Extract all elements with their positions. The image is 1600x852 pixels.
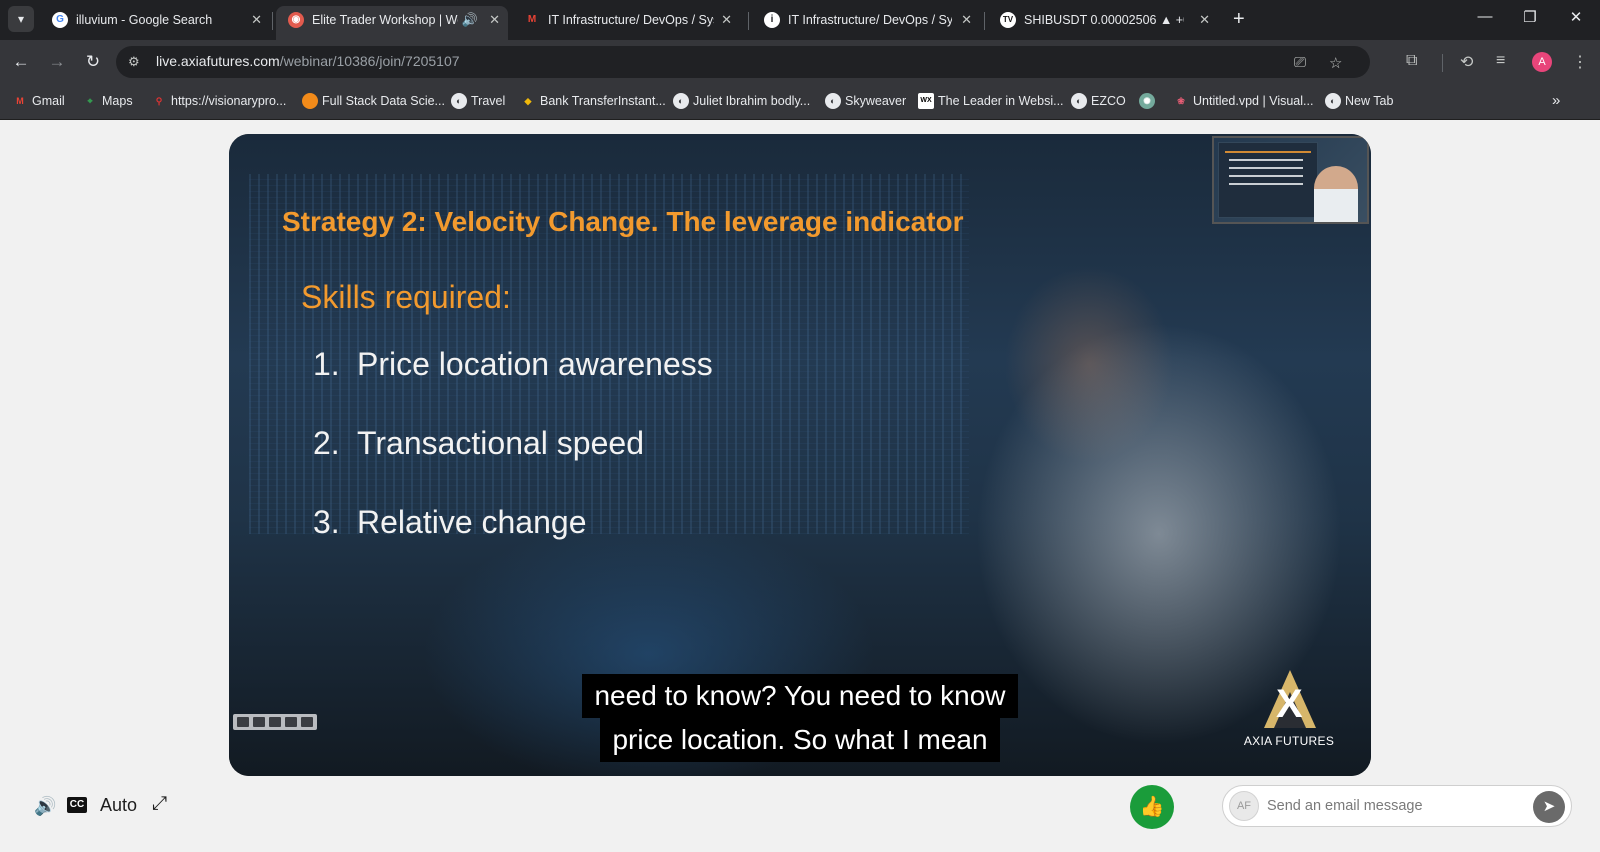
globe-icon: ◐ [673,93,689,109]
close-icon[interactable]: ✕ [489,6,500,34]
browser-toolbar: ← → ↻ ⚙ live.axiafutures.com/webinar/103… [0,40,1600,84]
minimize-button[interactable]: — [1470,8,1500,25]
close-icon[interactable]: ✕ [1199,6,1210,34]
maps-icon: ⌖ [87,96,93,106]
percent-icon[interactable] [253,717,265,727]
media-control-icon[interactable]: ≡ [1496,52,1505,70]
performance-icon[interactable]: ⟲ [1460,52,1473,72]
next-slide-icon[interactable] [301,717,313,727]
site-info-icon[interactable]: ⚙ [128,54,140,70]
menu-icon[interactable]: ⋮ [1572,52,1588,72]
axia-futures-logo: X AXIA FUTURES [1239,670,1339,748]
reload-icon[interactable]: ↻ [82,51,104,73]
google-icon: G [52,12,68,28]
chatgpt-icon: ✺ [1139,93,1155,109]
tab-search-button[interactable]: ▾ [8,6,34,32]
email-message-box: AF ➤ [1222,785,1572,827]
fullscreen-icon[interactable]: ⤢ [152,793,167,815]
tab-shibusdt[interactable]: TV SHIBUSDT 0.00002506 ▲ +0.04 ✕ [988,6,1218,40]
bookmark-full-stack[interactable]: Full Stack Data Scie... [302,93,445,109]
presenter-thumbnail [1314,166,1358,222]
extensions-icon[interactable]: ⧉ [1406,52,1417,70]
bookmark-gmail[interactable]: M Gmail [12,93,64,109]
close-icon[interactable]: ✕ [251,6,262,34]
gmail-icon: M [527,14,537,25]
screen-icon[interactable] [237,717,249,727]
thumbs-up-button[interactable]: 👍 [1130,785,1174,829]
pip-slide-thumbnail [1218,142,1318,218]
bookmark-star-icon[interactable]: ☆ [1329,54,1342,72]
slide-item: 1. Price location awareness [313,346,713,382]
volume-icon[interactable]: 🔊 [34,796,56,817]
address-bar[interactable]: ⚙ live.axiafutures.com/webinar/10386/joi… [116,46,1370,78]
bookmark-wix[interactable]: WX The Leader in Websi... [918,93,1064,109]
caption-line: need to know? You need to know [229,674,1371,718]
tradingview-icon: TV [1000,12,1016,28]
close-icon[interactable]: ✕ [961,6,972,34]
bookmark-visionarypro[interactable]: ⚲ https://visionarypro... [151,93,287,109]
visual-icon: ❀ [1177,96,1185,106]
binance-icon: ◆ [524,96,532,106]
back-icon[interactable]: ← [10,51,32,73]
close-window-button[interactable]: ✕ [1561,8,1591,26]
tab-elite-trader-workshop[interactable]: ◉ Elite Trader Workshop | Web 🔊 ✕ [276,6,508,40]
globe-icon: ◐ [1325,93,1341,109]
bookmarks-bar: M Gmail ⌖ Maps ⚲ https://visionarypro... Fu… [0,84,1600,120]
video-player[interactable]: Strategy 2: Velocity Change. The leverag… [229,134,1371,776]
speaker-icon[interactable]: 🔊 [462,6,478,34]
globe-icon: ◐ [825,93,841,109]
tab-it-infrastructure-2[interactable]: i IT Infrastructure/ DevOps / Syst ✕ [752,6,980,40]
thumbs-up-icon: 👍 [1139,796,1165,818]
slide-item: 2. Transactional speed [313,425,644,461]
globe-icon: ◐ [451,93,467,109]
wix-icon: WX [918,93,934,109]
new-tab-button[interactable]: + [1233,8,1245,30]
prev-slide-icon[interactable] [285,717,297,727]
install-app-icon[interactable]: ⎚ [1294,54,1306,71]
caption-line: price location. So what I mean [229,718,1371,762]
globe-icon: ◐ [1071,93,1087,109]
info-icon: i [764,12,780,28]
profile-avatar[interactable]: A [1532,52,1552,72]
slide-item: 3. Relative change [313,504,587,540]
slide-navigation-controls[interactable] [233,714,317,730]
close-icon[interactable]: ✕ [721,6,732,34]
axia-logo-icon: X [1254,670,1324,732]
bookmark-skyweaver[interactable]: ◐ Skyweaver [825,93,906,109]
quality-selector[interactable]: Auto [100,795,137,816]
bookmark-travel[interactable]: ◐ Travel [451,93,505,109]
bookmark-bank-transfer[interactable]: ◆ Bank TransferInstant... [520,93,666,109]
url-text[interactable]: live.axiafutures.com/webinar/10386/join/… [156,53,460,69]
presenter-pip-video[interactable] [1212,136,1369,224]
slide-subtitle: Skills required: [301,279,511,315]
webinar-icon: ◉ [288,12,304,28]
tab-strip: ▾ G illuvium - Google Search ✕ ◉ Elite T… [0,0,1600,40]
webinar-page: Strategy 2: Velocity Change. The leverag… [0,120,1600,852]
restore-button[interactable]: ❐ [1515,8,1545,26]
bookmark-ezco[interactable]: ◐ EZCO [1071,93,1126,109]
chevron-right-double-icon[interactable]: » [1552,92,1560,109]
tab-it-infrastructure-1[interactable]: M IT Infrastructure/ DevOps / Syst ✕ [512,6,740,40]
send-icon: ➤ [1542,798,1556,815]
gmail-icon: M [16,96,24,106]
slide-title: Strategy 2: Velocity Change. The leverag… [282,206,964,237]
bookmark-maps[interactable]: ⌖ Maps [82,93,132,109]
tab-google-search[interactable]: G illuvium - Google Search ✕ [40,6,270,40]
avatar: AF [1229,791,1259,821]
pin-icon: ⚲ [155,96,163,106]
send-button[interactable]: ➤ [1533,791,1565,823]
bookmark-new-tab[interactable]: ◐ New Tab [1325,93,1393,109]
email-message-input[interactable] [1267,792,1517,820]
circle-icon [302,93,318,109]
more-icon[interactable] [269,717,281,727]
bookmark-juliet[interactable]: ◐ Juliet Ibrahim bodly... [673,93,810,109]
closed-captions-icon[interactable]: CC [67,797,87,813]
bookmark-untitled-vpd[interactable]: ❀ Untitled.vpd | Visual... [1173,93,1313,109]
forward-icon[interactable]: → [46,51,68,73]
